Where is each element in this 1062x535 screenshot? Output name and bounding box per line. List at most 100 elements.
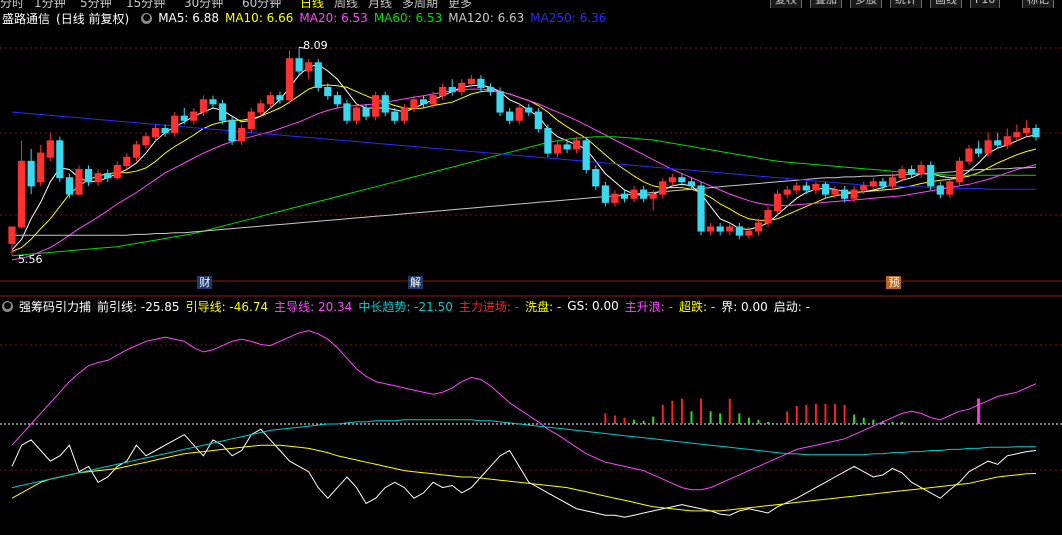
- candle-body: [228, 119, 236, 142]
- candle-body: [678, 177, 686, 183]
- signal-bar: [690, 411, 693, 424]
- candle-body: [640, 189, 648, 199]
- candle-body: [161, 127, 169, 134]
- signal-bar: [661, 404, 664, 424]
- signal-bar: [901, 421, 904, 424]
- candle-body: [860, 185, 868, 191]
- signal-bar: [709, 411, 712, 424]
- indicator-line: [11, 444, 1037, 512]
- candle-body: [314, 62, 322, 88]
- signal-bar: [767, 421, 770, 424]
- candle-body: [984, 140, 992, 154]
- candle-body: [898, 169, 906, 179]
- candle-body: [190, 111, 198, 121]
- event-marker[interactable]: 解: [407, 276, 423, 289]
- signal-bar: [652, 416, 655, 424]
- candle-body: [1032, 127, 1040, 138]
- candle-body: [496, 91, 504, 113]
- candle-body: [515, 107, 523, 121]
- signal-bar: [700, 398, 703, 424]
- candle-body: [745, 230, 753, 236]
- candle-body: [707, 226, 715, 232]
- candle-body: [410, 99, 418, 109]
- candle-body: [209, 99, 217, 105]
- candle-body: [946, 181, 954, 195]
- candle-body: [697, 185, 705, 232]
- signal-bar: [623, 417, 626, 424]
- candle-body: [27, 160, 35, 187]
- candle-body: [17, 160, 26, 228]
- candle-body: [563, 144, 571, 150]
- candle-body: [879, 181, 887, 187]
- candle-body: [821, 183, 830, 195]
- candle-body: [783, 189, 791, 195]
- ma-line-ma5: [11, 63, 1037, 251]
- signal-bar: [613, 415, 616, 424]
- candle-body: [907, 169, 916, 175]
- candle-body: [84, 169, 93, 183]
- candle-body: [525, 107, 533, 113]
- signal-bar: [719, 413, 722, 424]
- candle-body: [400, 107, 408, 121]
- signal-bar: [824, 403, 827, 424]
- candle-body: [793, 185, 801, 191]
- signal-bar: [680, 398, 683, 424]
- signal-bar: [671, 400, 674, 424]
- candle-body: [467, 78, 475, 84]
- signal-bar: [604, 413, 607, 424]
- candle-body: [238, 127, 246, 142]
- candle-body: [171, 115, 179, 134]
- candle-body: [840, 189, 849, 199]
- candle-body: [257, 103, 265, 113]
- candle-body: [773, 193, 782, 212]
- indicator-line: [11, 428, 1037, 518]
- candle-body: [1022, 127, 1031, 134]
- candle-body: [601, 185, 609, 203]
- ma-line-ma60: [11, 136, 1036, 257]
- candle-body: [630, 189, 638, 199]
- signal-bar: [834, 403, 837, 424]
- candle-body: [132, 144, 141, 158]
- candle-body: [75, 169, 83, 195]
- candle-body: [352, 107, 361, 121]
- candle-body: [295, 58, 303, 72]
- stock-chart[interactable]: [0, 0, 1062, 535]
- candle-body: [716, 226, 724, 232]
- signal-bar: [853, 414, 856, 424]
- candle-body: [419, 99, 428, 105]
- candle-body: [477, 78, 485, 88]
- candle-body: [104, 173, 112, 179]
- candle-body: [65, 177, 74, 195]
- candle-body: [573, 140, 581, 150]
- candle-body: [56, 140, 64, 179]
- signal-bar: [633, 419, 636, 424]
- candle-body: [869, 181, 877, 187]
- candle-body: [458, 82, 466, 93]
- candle-body: [965, 148, 973, 162]
- signal-bar: [786, 411, 789, 424]
- candle-body: [659, 181, 667, 195]
- candle-body: [831, 189, 839, 195]
- signal-bar: [805, 404, 808, 424]
- candle-body: [285, 58, 294, 101]
- candle-body: [764, 210, 772, 224]
- candle-body: [888, 177, 897, 187]
- candle-body: [735, 226, 743, 236]
- high-price-label: 8.09: [303, 39, 328, 53]
- low-price-label: 5.56: [18, 252, 43, 266]
- candle-body: [582, 140, 590, 171]
- candle-body: [180, 115, 188, 121]
- signal-bar: [738, 413, 741, 424]
- candle-body: [802, 185, 810, 191]
- event-marker[interactable]: 预: [886, 276, 902, 289]
- candle-body: [611, 193, 619, 203]
- candle-body: [936, 185, 944, 195]
- candle-body: [649, 193, 657, 199]
- candle-body: [429, 95, 437, 105]
- signal-bar: [814, 403, 817, 424]
- candle-body: [687, 181, 696, 187]
- event-marker[interactable]: 财: [197, 276, 213, 289]
- candle-body: [1003, 136, 1011, 146]
- candle-body: [553, 144, 562, 154]
- indicator-line: [11, 330, 1037, 491]
